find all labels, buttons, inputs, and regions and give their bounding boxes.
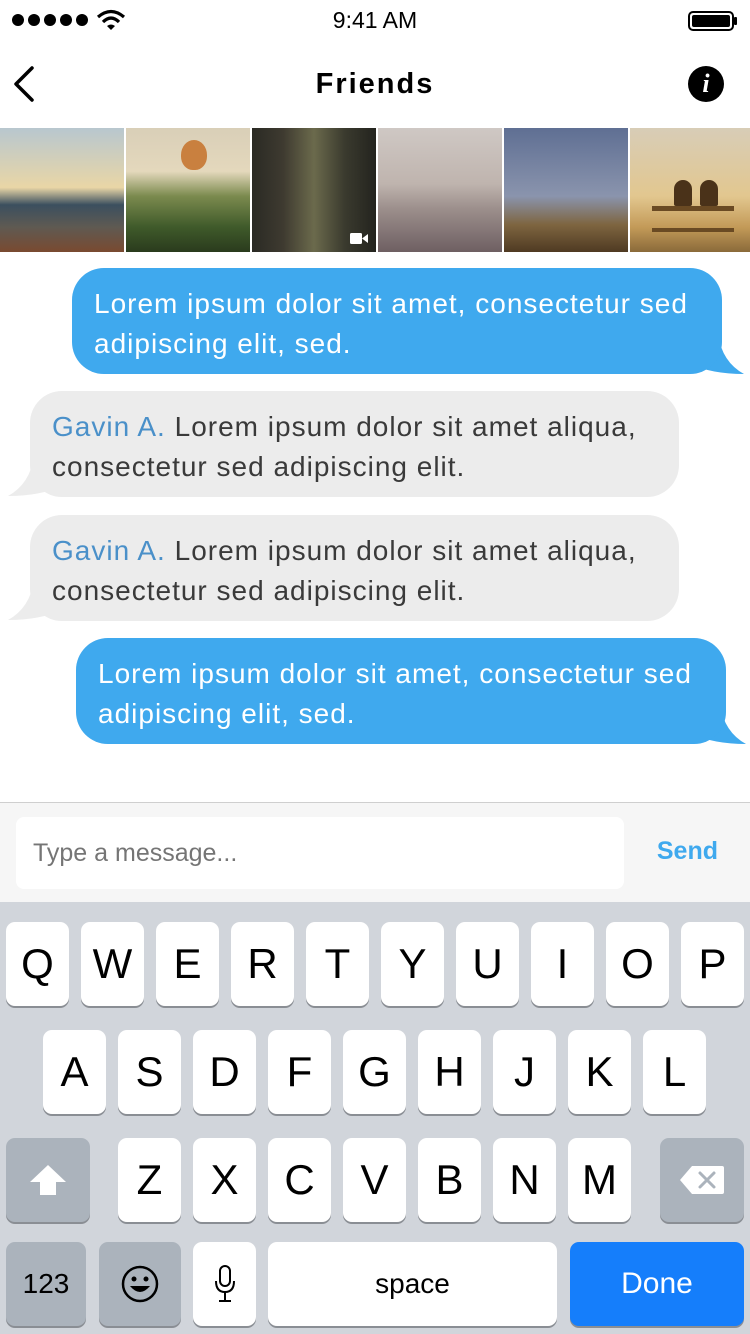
- key-q[interactable]: Q: [6, 922, 69, 1006]
- battery-icon: [688, 11, 737, 31]
- message-input[interactable]: [16, 817, 624, 889]
- message-thread: Lorem ipsum dolor sit amet, consectetur …: [0, 252, 750, 802]
- message-bubble-incoming[interactable]: Gavin A. Lorem ipsum dolor sit amet aliq…: [30, 391, 679, 497]
- key-f[interactable]: F: [268, 1030, 331, 1114]
- key-y[interactable]: Y: [381, 922, 444, 1006]
- photo-desert-dunes[interactable]: [504, 128, 628, 252]
- balloon-shape: [181, 140, 207, 170]
- key-t[interactable]: T: [306, 922, 369, 1006]
- photo-couple-on-bench[interactable]: [630, 128, 750, 252]
- key-n[interactable]: N: [493, 1138, 556, 1222]
- key-i[interactable]: I: [531, 922, 594, 1006]
- photo-beach[interactable]: [378, 128, 502, 252]
- shared-photo-strip: [0, 128, 750, 252]
- key-b[interactable]: B: [418, 1138, 481, 1222]
- key-e[interactable]: E: [156, 922, 219, 1006]
- emoji-smiley-icon: [121, 1265, 159, 1303]
- person-silhouette: [700, 180, 718, 206]
- send-button[interactable]: Send: [657, 837, 718, 866]
- key-o[interactable]: O: [606, 922, 669, 1006]
- message-bubble-outgoing[interactable]: Lorem ipsum dolor sit amet, consectetur …: [76, 638, 726, 744]
- status-bar: 9:41 AM: [0, 0, 750, 40]
- key-h[interactable]: H: [418, 1030, 481, 1114]
- key-x[interactable]: X: [193, 1138, 256, 1222]
- key-j[interactable]: J: [493, 1030, 556, 1114]
- key-d[interactable]: D: [193, 1030, 256, 1114]
- photo-harbor-sunset[interactable]: [0, 128, 124, 252]
- shift-arrow-icon: [30, 1165, 66, 1195]
- key-s[interactable]: S: [118, 1030, 181, 1114]
- sender-name[interactable]: Gavin A.: [52, 411, 166, 442]
- nav-bar: Friends i: [0, 40, 750, 128]
- microphone-icon: [214, 1265, 235, 1302]
- key-z[interactable]: Z: [118, 1138, 181, 1222]
- shift-key[interactable]: [6, 1138, 90, 1222]
- backspace-icon: [680, 1166, 724, 1194]
- key-v[interactable]: V: [343, 1138, 406, 1222]
- message-bubble-outgoing[interactable]: Lorem ipsum dolor sit amet, consectetur …: [72, 268, 722, 374]
- emoji-key[interactable]: [99, 1242, 181, 1326]
- dictation-key[interactable]: [193, 1242, 256, 1326]
- numbers-key[interactable]: 123: [6, 1242, 86, 1326]
- space-key[interactable]: space: [268, 1242, 557, 1326]
- video-icon: [350, 233, 368, 244]
- photo-forest-path[interactable]: [252, 128, 376, 252]
- done-key[interactable]: Done: [570, 1242, 744, 1326]
- message-bubble-incoming[interactable]: Gavin A. Lorem ipsum dolor sit amet aliq…: [30, 515, 679, 621]
- photo-hot-air-balloon[interactable]: [126, 128, 250, 252]
- key-w[interactable]: W: [81, 922, 144, 1006]
- person-silhouette: [674, 180, 692, 206]
- key-u[interactable]: U: [456, 922, 519, 1006]
- key-g[interactable]: G: [343, 1030, 406, 1114]
- key-a[interactable]: A: [43, 1030, 106, 1114]
- key-m[interactable]: M: [568, 1138, 631, 1222]
- key-c[interactable]: C: [268, 1138, 331, 1222]
- key-k[interactable]: K: [568, 1030, 631, 1114]
- page-title: Friends: [315, 68, 435, 100]
- delete-key[interactable]: [660, 1138, 744, 1222]
- key-p[interactable]: P: [681, 922, 744, 1006]
- message-text: Lorem ipsum dolor sit amet, consectetur …: [94, 288, 688, 359]
- sender-name[interactable]: Gavin A.: [52, 535, 166, 566]
- status-time: 9:41 AM: [332, 7, 418, 33]
- bench-shape: [652, 206, 734, 232]
- key-r[interactable]: R: [231, 922, 294, 1006]
- key-l[interactable]: L: [643, 1030, 706, 1114]
- keyboard: Q W E R T Y U I O P A S D F G H J K L Z …: [0, 902, 750, 1334]
- message-text: Lorem ipsum dolor sit amet, consectetur …: [98, 658, 692, 729]
- message-composer: Send: [0, 802, 750, 902]
- info-icon[interactable]: i: [688, 66, 724, 102]
